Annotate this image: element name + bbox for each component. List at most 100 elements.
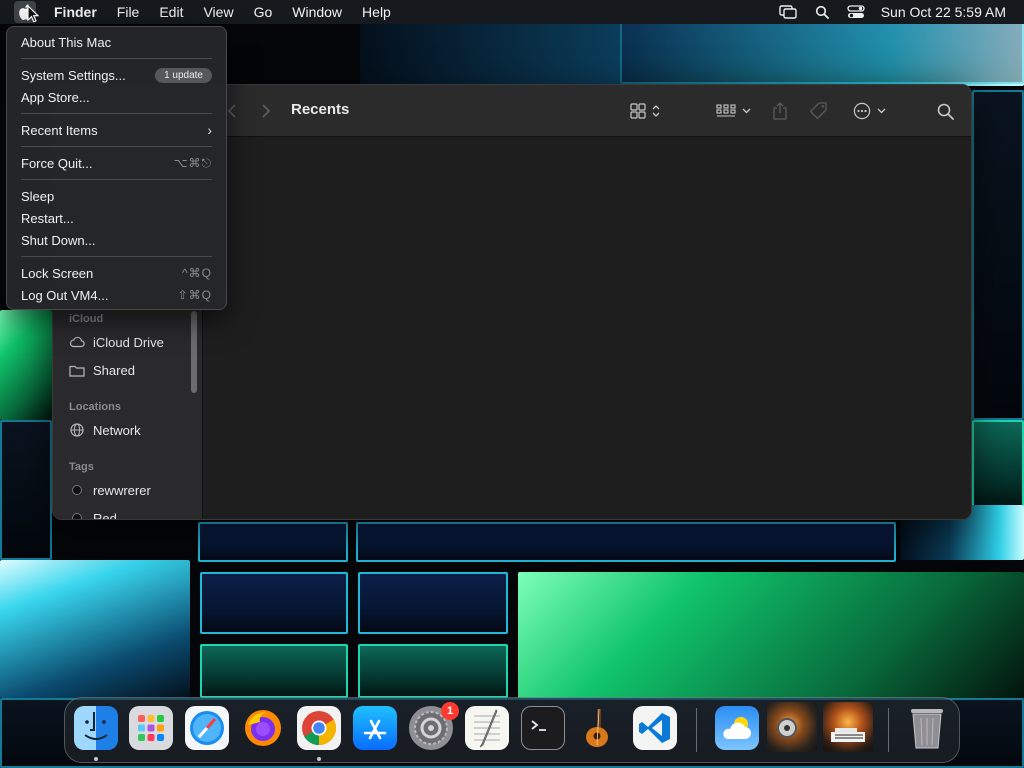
globe-icon [69, 422, 85, 438]
menu-item-app-store[interactable]: App Store... [12, 86, 221, 108]
view-mode-icon [630, 103, 646, 119]
sidebar-item-label: rewwrerer [93, 482, 151, 498]
menu-item-force-quit[interactable]: Force Quit... ⌥⌘⎋ [12, 152, 221, 174]
menu-file[interactable]: File [107, 0, 150, 24]
tag-dot-icon [69, 510, 85, 519]
chevron-down-icon [742, 108, 750, 114]
wallpaper-tile [620, 22, 1024, 84]
running-indicator [94, 757, 98, 761]
menu-view[interactable]: View [193, 0, 243, 24]
running-indicator [317, 757, 321, 761]
dock-safari-icon[interactable] [185, 706, 229, 750]
sidebar-item-label: iCloud Drive [93, 334, 164, 350]
shortcut-label: ^⌘Q [182, 266, 212, 280]
sidebar-item-network[interactable]: Network [69, 420, 141, 440]
menu-window[interactable]: Window [282, 0, 352, 24]
menu-item-log-out[interactable]: Log Out VM4... ⇧⌘Q [12, 284, 221, 306]
menu-separator [21, 113, 212, 114]
menu-item-label: Sleep [21, 188, 55, 204]
menu-item-label: Force Quit... [21, 155, 93, 171]
share-button[interactable] [769, 97, 791, 125]
dock-firefox-icon[interactable] [241, 706, 285, 750]
forward-icon [262, 104, 271, 118]
menu-go[interactable]: Go [244, 0, 283, 24]
menu-edit[interactable]: Edit [149, 0, 193, 24]
sidebar-header-locations: Locations [69, 401, 121, 413]
finder-content-area[interactable] [203, 137, 971, 519]
wallpaper-tile [198, 522, 348, 562]
sidebar-header-icloud: iCloud [69, 313, 104, 325]
sidebar-item-label: Network [93, 422, 141, 438]
dock-app-store-icon[interactable] [353, 706, 397, 750]
dock-garageband-icon[interactable] [577, 706, 621, 750]
dock-launchpad-icon[interactable] [129, 706, 173, 750]
menu-item-lock-screen[interactable]: Lock Screen ^⌘Q [12, 262, 221, 284]
menu-help[interactable]: Help [352, 0, 401, 24]
dock-finder-icon[interactable] [74, 706, 118, 750]
menubar-clock[interactable]: Sun Oct 22 5:59 AM [881, 4, 1006, 20]
menu-item-restart[interactable]: Restart... [12, 207, 221, 229]
tag-button[interactable] [807, 97, 831, 125]
tag-dot-icon [69, 482, 85, 498]
shortcut-label: ⌥⌘⎋ [173, 155, 212, 170]
more-actions-button[interactable] [849, 97, 889, 125]
dock-terminal-icon[interactable] [521, 706, 565, 750]
control-center-icon[interactable] [839, 0, 873, 24]
cloud-icon [69, 334, 85, 350]
menu-separator [21, 256, 212, 257]
menu-item-label: About This Mac [21, 34, 112, 50]
wallpaper-tile [358, 572, 508, 634]
wallpaper-tile [358, 644, 508, 698]
dock-weather-icon[interactable] [715, 706, 759, 750]
menu-separator [21, 179, 212, 180]
sidebar-item-label: Red [93, 510, 117, 520]
group-button[interactable] [713, 97, 753, 125]
sidebar-item-shared[interactable]: Shared [69, 360, 135, 380]
menu-item-label: Recent Items [21, 122, 98, 138]
menu-item-recent-items[interactable]: Recent Items › [12, 119, 221, 141]
dock-separator [696, 708, 697, 752]
menu-item-shut-down[interactable]: Shut Down... [12, 229, 221, 251]
menu-app-name[interactable]: Finder [44, 0, 107, 24]
menu-item-sleep[interactable]: Sleep [12, 185, 221, 207]
dock-separator [888, 708, 889, 752]
dock-chrome-icon[interactable] [297, 706, 341, 750]
dock-vscode-icon[interactable] [633, 706, 677, 750]
dock-image-thumbnail-icon[interactable] [767, 702, 817, 752]
search-button[interactable] [933, 97, 957, 125]
back-icon [227, 104, 236, 118]
menu-item-label: Restart... [21, 210, 74, 226]
dock: 1 [64, 697, 960, 763]
forward-button[interactable] [255, 99, 277, 123]
screen-mirroring-icon[interactable] [771, 0, 805, 24]
menu-item-system-settings[interactable]: System Settings... 1 update [12, 64, 221, 86]
wallpaper-tile [0, 420, 52, 560]
search-icon [937, 103, 954, 120]
chevron-right-icon: › [207, 122, 212, 138]
wallpaper-tile [518, 572, 1024, 698]
spotlight-search-icon[interactable] [805, 0, 839, 24]
menu-item-label: Log Out VM4... [21, 287, 109, 303]
sidebar-item-label: Shared [93, 362, 135, 378]
wallpaper-tile [200, 572, 348, 634]
view-mode-button[interactable] [625, 97, 665, 125]
sidebar-item-icloud-drive[interactable]: iCloud Drive [69, 332, 164, 352]
wallpaper-tile [972, 420, 1024, 510]
dock-image-thumbnail-icon[interactable] [823, 702, 873, 752]
wallpaper-tile [972, 90, 1024, 420]
menu-item-about-this-mac[interactable]: About This Mac [12, 31, 221, 53]
menu-item-label: Lock Screen [21, 265, 94, 281]
stepper-chevron-icon [652, 105, 660, 117]
sidebar-item-tag-rewwrerer[interactable]: rewwrerer [69, 480, 151, 500]
wallpaper-tile [0, 560, 190, 698]
window-title: Recents [291, 101, 350, 118]
share-icon [773, 102, 787, 120]
menu-separator [21, 146, 212, 147]
sidebar-item-tag-red[interactable]: Red [69, 508, 117, 520]
mouse-cursor-icon [27, 5, 39, 23]
wallpaper-tile [200, 644, 348, 698]
notification-badge: 1 [441, 702, 459, 720]
dock-trash-icon[interactable] [905, 706, 949, 750]
dock-textedit-icon[interactable] [465, 706, 509, 750]
sidebar-scrollbar[interactable] [191, 311, 197, 393]
